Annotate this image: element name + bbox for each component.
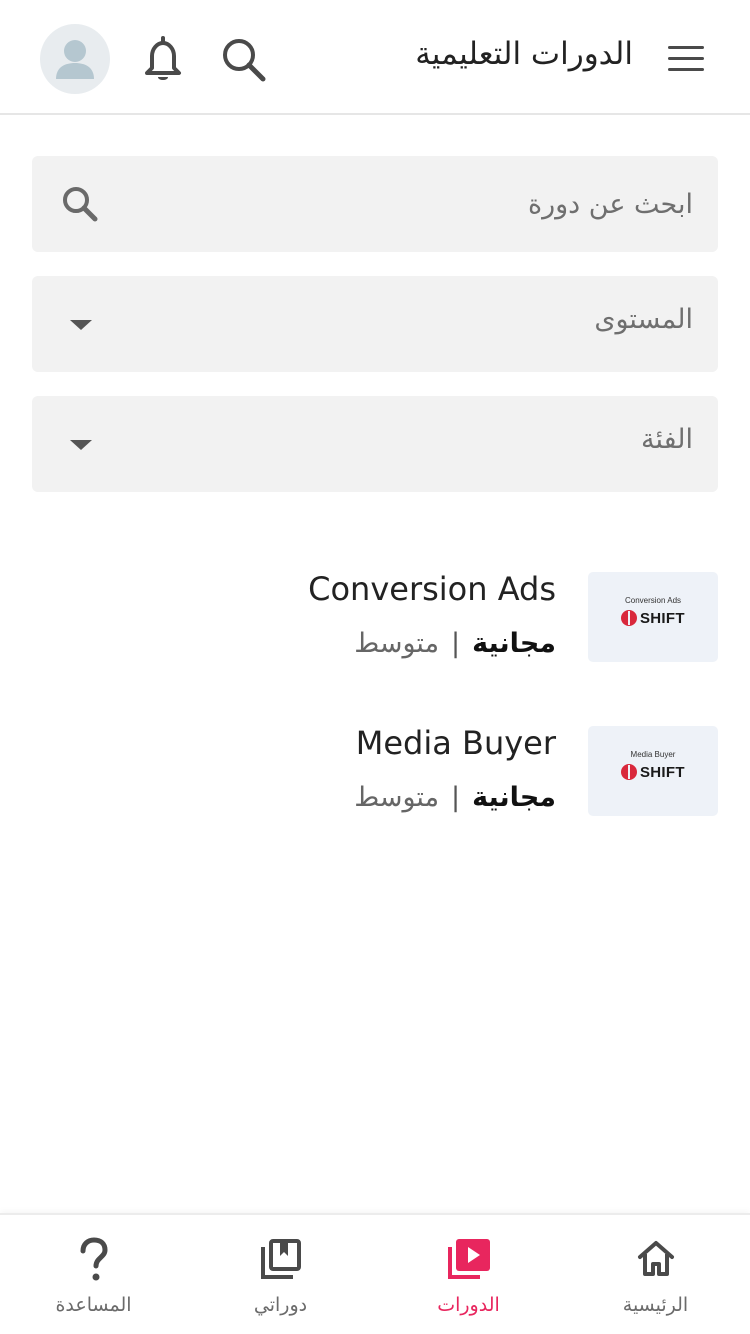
course-price: مجانية [472, 782, 556, 813]
bookmark-library-icon [260, 1239, 301, 1279]
thumbnail-caption: Conversion Ads [624, 596, 682, 605]
meta-separator: | [451, 782, 461, 813]
play-library-icon [447, 1239, 490, 1279]
brand-text: SHIFT [640, 763, 685, 781]
meta-separator: | [451, 628, 461, 659]
course-level: متوسط [354, 782, 440, 813]
shift-logo: SHIFT [621, 763, 685, 781]
chevron-down-icon [70, 440, 92, 450]
nav-label-my-courses: دوراتي [253, 1294, 308, 1316]
avatar[interactable] [40, 24, 110, 94]
course-price: مجانية [472, 628, 556, 659]
bottom-navigation: الرئيسية الدورات دوراتي المساعدة [0, 1213, 750, 1334]
nav-item-courses[interactable]: الدورات [375, 1215, 562, 1334]
category-select-label: الفئة [640, 424, 693, 455]
nav-label-home: الرئيسية [622, 1294, 689, 1316]
chevron-down-icon [70, 320, 92, 330]
search-field [32, 156, 718, 252]
nav-item-help[interactable]: المساعدة [0, 1215, 187, 1334]
category-select[interactable]: الفئة [32, 396, 718, 492]
level-select[interactable]: المستوى [32, 276, 718, 372]
brain-icon [621, 764, 637, 780]
course-meta: مجانية | متوسط [354, 782, 556, 813]
shift-logo: SHIFT [621, 609, 685, 627]
nav-label-help: المساعدة [55, 1294, 132, 1316]
nav-item-my-courses[interactable]: دوراتي [187, 1215, 374, 1334]
menu-icon[interactable] [662, 40, 710, 78]
course-level: متوسط [354, 628, 440, 659]
course-thumbnail: Conversion Ads SHIFT [588, 572, 718, 662]
course-item[interactable]: Conversion Ads SHIFT Conversion Ads مجان… [32, 570, 718, 664]
search-icon[interactable] [60, 184, 100, 224]
search-input[interactable] [118, 156, 718, 252]
course-title: Media Buyer [355, 724, 556, 762]
course-thumbnail: Media Buyer SHIFT [588, 726, 718, 816]
user-icon [56, 40, 94, 79]
brand-text: SHIFT [640, 609, 685, 627]
page-title: الدورات التعليمية [415, 36, 633, 72]
top-app-bar: الدورات التعليمية [0, 0, 750, 115]
course-meta: مجانية | متوسط [354, 628, 556, 659]
question-icon [80, 1237, 108, 1281]
nav-item-home[interactable]: الرئيسية [562, 1215, 749, 1334]
course-item[interactable]: Media Buyer SHIFT Media Buyer مجانية | م… [32, 724, 718, 818]
nav-label-courses: الدورات [437, 1294, 500, 1316]
course-title: Conversion Ads [308, 570, 556, 608]
thumbnail-caption: Media Buyer [630, 750, 676, 759]
bell-icon[interactable] [140, 34, 186, 84]
brain-icon [621, 610, 637, 626]
home-icon [637, 1241, 674, 1276]
search-icon[interactable] [218, 34, 268, 84]
level-select-label: المستوى [594, 304, 693, 335]
